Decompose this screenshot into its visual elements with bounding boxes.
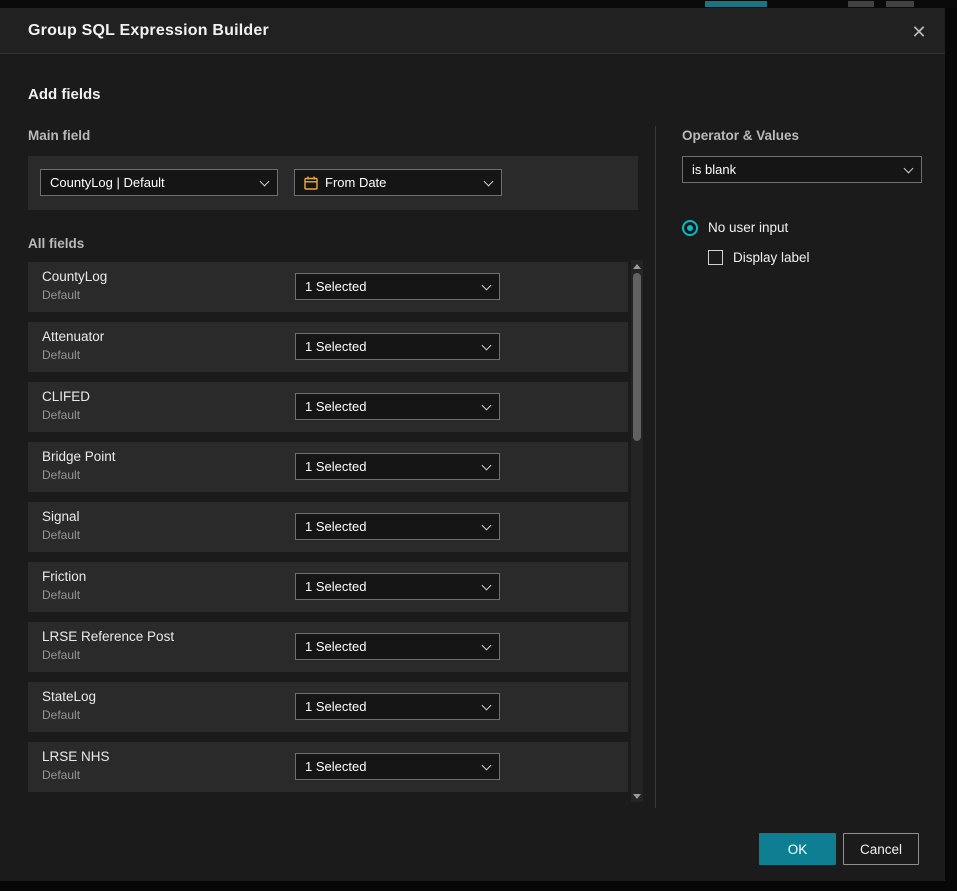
- close-icon[interactable]: ✕: [906, 19, 932, 45]
- chevron-down-icon: [904, 163, 914, 173]
- all-fields-label: All fields: [28, 236, 84, 251]
- column-divider: [655, 126, 656, 808]
- layer-select-value: CountyLog | Default: [50, 175, 253, 190]
- field-name: CountyLog: [42, 269, 107, 284]
- main-field-panel: CountyLog | Default From Date: [28, 156, 638, 210]
- chevron-down-icon: [482, 400, 492, 410]
- field-row-clifed: CLIFED Default 1 Selected: [28, 382, 628, 432]
- chevron-down-icon: [482, 520, 492, 530]
- chevron-down-icon: [482, 760, 492, 770]
- date-field-select[interactable]: From Date: [294, 169, 502, 196]
- radio-selected-icon[interactable]: [682, 220, 698, 236]
- dropdown-value: 1 Selected: [305, 579, 475, 594]
- field-name: LRSE Reference Post: [42, 629, 174, 644]
- scroll-down-arrow[interactable]: [631, 790, 643, 802]
- chevron-down-icon: [484, 176, 494, 186]
- group-sql-expression-builder-dialog: Group SQL Expression Builder ✕ Add field…: [0, 8, 945, 881]
- chevron-down-icon: [482, 280, 492, 290]
- dropdown-value: 1 Selected: [305, 699, 475, 714]
- no-user-input-option[interactable]: No user input: [682, 219, 788, 236]
- field-selection-dropdown[interactable]: 1 Selected: [295, 453, 500, 480]
- clipped-app-icon: [886, 1, 914, 7]
- field-sublabel: Default: [42, 768, 80, 782]
- all-fields-list: CountyLog Default 1 Selected Attenuator …: [28, 262, 628, 802]
- field-sublabel: Default: [42, 288, 80, 302]
- field-sublabel: Default: [42, 648, 80, 662]
- field-row-lrse-reference-post: LRSE Reference Post Default 1 Selected: [28, 622, 628, 672]
- chevron-down-icon: [482, 640, 492, 650]
- field-sublabel: Default: [42, 468, 80, 482]
- add-fields-heading: Add fields: [28, 86, 101, 103]
- display-label-text: Display label: [733, 250, 810, 265]
- scroll-up-arrow[interactable]: [631, 260, 643, 272]
- clipped-app-text: [705, 1, 767, 7]
- dialog-header: Group SQL Expression Builder ✕: [0, 8, 945, 54]
- field-selection-dropdown[interactable]: 1 Selected: [295, 753, 500, 780]
- ok-button[interactable]: OK: [759, 833, 836, 865]
- field-selection-dropdown[interactable]: 1 Selected: [295, 573, 500, 600]
- field-row-attenuator: Attenuator Default 1 Selected: [28, 322, 628, 372]
- operator-values-label: Operator & Values: [682, 128, 799, 143]
- no-user-input-label: No user input: [708, 220, 788, 235]
- chevron-down-icon: [482, 460, 492, 470]
- field-sublabel: Default: [42, 588, 80, 602]
- field-name: LRSE NHS: [42, 749, 110, 764]
- dropdown-value: 1 Selected: [305, 459, 475, 474]
- field-name: Signal: [42, 509, 80, 524]
- checkbox-unchecked-icon[interactable]: [708, 250, 723, 265]
- field-name: Bridge Point: [42, 449, 116, 464]
- dropdown-value: 1 Selected: [305, 339, 475, 354]
- dialog-title: Group SQL Expression Builder: [28, 8, 269, 54]
- layer-select[interactable]: CountyLog | Default: [40, 169, 278, 196]
- fields-scrollbar[interactable]: [631, 260, 643, 802]
- field-sublabel: Default: [42, 348, 80, 362]
- field-row-signal: Signal Default 1 Selected: [28, 502, 628, 552]
- chevron-down-icon: [482, 340, 492, 350]
- dropdown-value: 1 Selected: [305, 759, 475, 774]
- field-sublabel: Default: [42, 708, 80, 722]
- field-row-lrse-nhs: LRSE NHS Default 1 Selected: [28, 742, 628, 792]
- calendar-icon: [304, 176, 318, 190]
- field-row-bridge-point: Bridge Point Default 1 Selected: [28, 442, 628, 492]
- chevron-down-icon: [482, 700, 492, 710]
- field-sublabel: Default: [42, 528, 80, 542]
- field-name: Friction: [42, 569, 86, 584]
- dropdown-value: 1 Selected: [305, 279, 475, 294]
- operator-select-value: is blank: [692, 162, 897, 177]
- date-field-select-value: From Date: [325, 175, 477, 190]
- dropdown-value: 1 Selected: [305, 639, 475, 654]
- display-label-option[interactable]: Display label: [708, 249, 810, 265]
- scrollbar-thumb[interactable]: [633, 273, 641, 441]
- main-field-label: Main field: [28, 128, 90, 143]
- underlying-app-edge: [0, 0, 957, 8]
- field-selection-dropdown[interactable]: 1 Selected: [295, 393, 500, 420]
- field-sublabel: Default: [42, 408, 80, 422]
- field-row-friction: Friction Default 1 Selected: [28, 562, 628, 612]
- field-row-statelog: StateLog Default 1 Selected: [28, 682, 628, 732]
- operator-select[interactable]: is blank: [682, 156, 922, 183]
- field-selection-dropdown[interactable]: 1 Selected: [295, 513, 500, 540]
- field-row-countylog: CountyLog Default 1 Selected: [28, 262, 628, 312]
- screen: Group SQL Expression Builder ✕ Add field…: [0, 0, 957, 891]
- field-name: CLIFED: [42, 389, 90, 404]
- cancel-button[interactable]: Cancel: [843, 833, 919, 865]
- clipped-app-icon: [848, 1, 874, 7]
- field-selection-dropdown[interactable]: 1 Selected: [295, 333, 500, 360]
- field-selection-dropdown[interactable]: 1 Selected: [295, 693, 500, 720]
- dropdown-value: 1 Selected: [305, 399, 475, 414]
- dropdown-value: 1 Selected: [305, 519, 475, 534]
- field-selection-dropdown[interactable]: 1 Selected: [295, 273, 500, 300]
- chevron-down-icon: [482, 580, 492, 590]
- field-selection-dropdown[interactable]: 1 Selected: [295, 633, 500, 660]
- field-name: Attenuator: [42, 329, 104, 344]
- field-name: StateLog: [42, 689, 96, 704]
- chevron-down-icon: [260, 176, 270, 186]
